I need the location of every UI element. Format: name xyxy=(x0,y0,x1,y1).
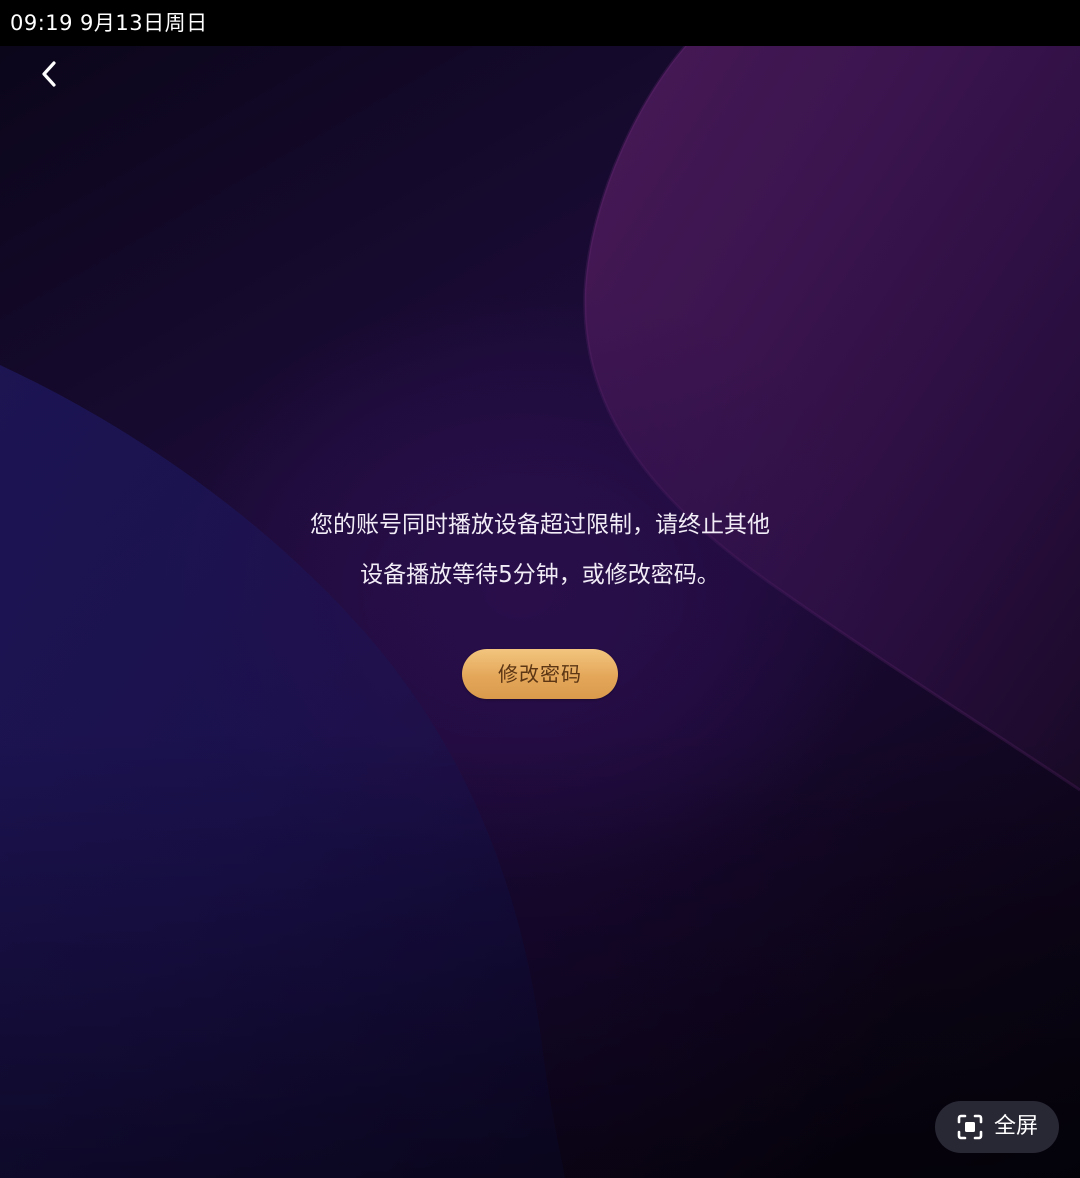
message-line-1: 您的账号同时播放设备超过限制，请终止其他 xyxy=(310,512,770,538)
chevron-left-icon xyxy=(42,61,56,87)
player-background xyxy=(0,30,1080,1178)
fullscreen-frame-icon xyxy=(957,1114,983,1140)
message-line-2: 设备播放等待5分钟，或修改密码。 xyxy=(360,562,720,588)
back-button[interactable] xyxy=(28,52,72,96)
device-limit-message: 您的账号同时播放设备超过限制，请终止其他 设备播放等待5分钟，或修改密码。 xyxy=(200,500,880,600)
status-time: 09:19 xyxy=(10,11,74,35)
status-bar: 09:19 9月13日周日 xyxy=(0,0,1080,46)
change-password-button[interactable]: 修改密码 xyxy=(462,649,618,699)
fullscreen-label: 全屏 xyxy=(993,1114,1038,1139)
fullscreen-button[interactable]: 全屏 xyxy=(935,1101,1059,1153)
background-waves xyxy=(0,30,1080,1178)
status-date: 9月13日周日 xyxy=(80,11,208,35)
device-limit-screen: 09:19 9月13日周日 您的账号同时播放设备超过限制，请终止其他 设备播放等… xyxy=(0,0,1080,1178)
